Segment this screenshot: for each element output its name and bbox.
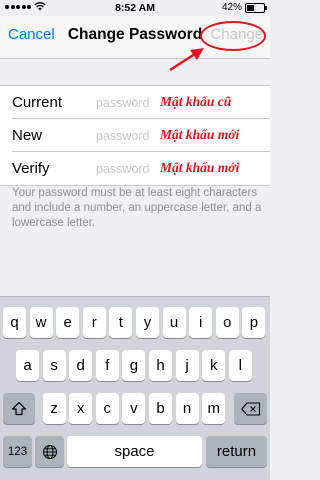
password-hint: Your password must be at least eight cha… <box>12 187 262 229</box>
battery-icon <box>245 2 267 13</box>
key-d[interactable]: d <box>69 350 93 381</box>
new-password-field[interactable] <box>96 129 156 143</box>
current-label: Current <box>12 94 63 111</box>
key-b[interactable]: b <box>149 393 172 424</box>
globe-key[interactable] <box>35 436 64 467</box>
shift-key[interactable] <box>3 393 35 424</box>
status-right: 42% <box>221 2 267 13</box>
space-key[interactable]: space <box>67 436 202 467</box>
key-j[interactable]: j <box>175 350 199 381</box>
current-password-field[interactable] <box>96 96 156 110</box>
key-q[interactable]: q <box>3 307 26 338</box>
password-form: Current Mật khẩu cũ New Mật khẩu mới Ver… <box>0 85 270 186</box>
key-w[interactable]: w <box>29 307 53 338</box>
key-x[interactable]: x <box>69 393 93 424</box>
numbers-key[interactable]: 123 <box>3 436 32 467</box>
key-r[interactable]: r <box>82 307 106 338</box>
key-h[interactable]: h <box>149 350 172 381</box>
current-annotation: Mật khẩu cũ <box>160 94 232 109</box>
new-password-row: New Mật khẩu mới <box>0 119 270 152</box>
key-e[interactable]: e <box>56 307 80 338</box>
keyboard: q w e r t y u i o p a s d f g h j k l z … <box>0 296 270 480</box>
delete-key[interactable] <box>234 393 267 424</box>
highlight-circle <box>200 21 266 51</box>
verify-password-row: Verify Mật khẩu mới <box>0 152 270 185</box>
key-p[interactable]: p <box>242 307 266 338</box>
current-password-row: Current Mật khẩu cũ <box>0 86 270 119</box>
key-g[interactable]: g <box>122 350 146 381</box>
key-a[interactable]: a <box>16 350 39 381</box>
verify-label: Verify <box>12 160 50 177</box>
key-f[interactable]: f <box>95 350 119 381</box>
key-k[interactable]: k <box>202 350 226 381</box>
return-key[interactable]: return <box>206 436 267 467</box>
key-m[interactable]: m <box>202 393 226 424</box>
verify-password-field[interactable] <box>96 162 156 176</box>
new-annotation: Mật khẩu mới <box>160 127 240 142</box>
key-s[interactable]: s <box>42 350 66 381</box>
key-l[interactable]: l <box>228 350 252 381</box>
status-bar: 8:52 AM 42% <box>0 0 270 16</box>
key-o[interactable]: o <box>215 307 239 338</box>
delete-icon <box>240 401 260 416</box>
battery-percent: 42% <box>221 2 242 13</box>
verify-annotation: Mật khẩu mới <box>160 160 240 175</box>
new-label: New <box>12 127 43 144</box>
key-v[interactable]: v <box>122 393 146 424</box>
key-y[interactable]: y <box>136 307 159 338</box>
key-n[interactable]: n <box>175 393 199 424</box>
shift-icon <box>11 401 27 416</box>
key-z[interactable]: z <box>42 393 66 424</box>
key-i[interactable]: i <box>189 307 213 338</box>
key-t[interactable]: t <box>109 307 133 338</box>
globe-icon <box>42 444 57 459</box>
key-c[interactable]: c <box>95 393 119 424</box>
key-u[interactable]: u <box>162 307 186 338</box>
